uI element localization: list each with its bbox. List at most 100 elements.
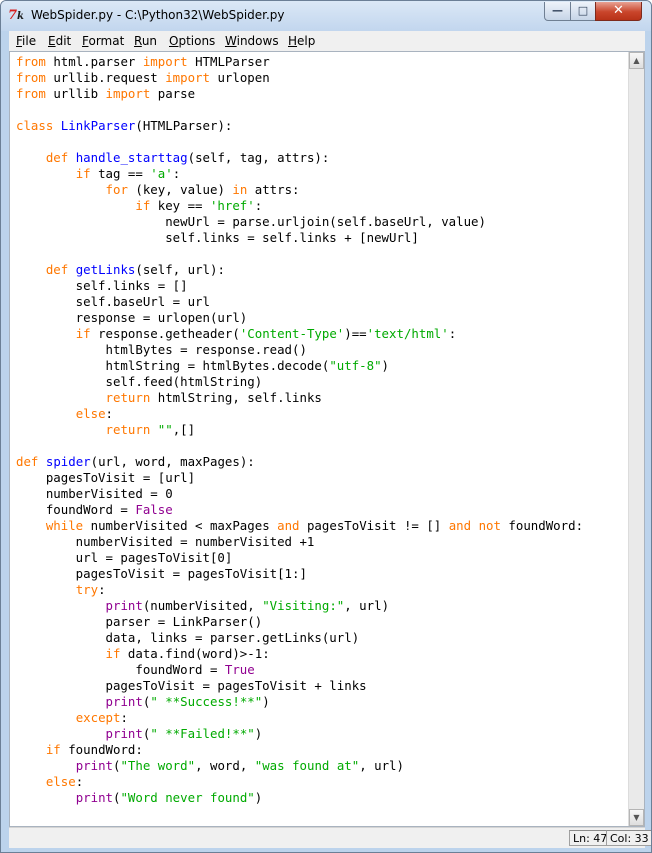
code-text: (HTMLParser):: [135, 118, 233, 133]
menu-options[interactable]: Options: [169, 33, 215, 49]
code-line: url = pagesToVisit[0]: [16, 550, 628, 566]
code-line: print(numberVisited, "Visiting:", url): [16, 598, 628, 614]
code-text: self.feed(htmlString): [16, 374, 263, 389]
code-line: from urllib import parse: [16, 86, 628, 102]
menu-file[interactable]: File: [16, 33, 36, 49]
code-line: if response.getheader('Content-Type')=='…: [16, 326, 628, 342]
code-text: (numberVisited,: [142, 598, 263, 613]
code-text: self.links = self.links + [newUrl]: [16, 230, 419, 245]
code-line: def getLinks(self, url):: [16, 262, 628, 278]
menu-help[interactable]: Help: [288, 33, 315, 49]
code-text: self.links = []: [16, 278, 188, 293]
menu-file-label: ile: [22, 34, 37, 48]
vertical-scrollbar[interactable]: ▲ ▼: [628, 52, 644, 826]
minimize-button[interactable]: —: [544, 2, 571, 21]
title-bar[interactable]: 7k WebSpider.py - C:\Python32\WebSpider.…: [1, 1, 651, 31]
code-token-kw: from: [16, 70, 46, 85]
code-text: pagesToVisit = [url]: [16, 470, 196, 485]
code-token-str: "The word": [120, 758, 196, 773]
code-token-bi: print: [75, 790, 113, 805]
scroll-up-arrow-icon[interactable]: ▲: [629, 52, 644, 69]
code-text: , url): [344, 598, 390, 613]
code-text: ): [262, 694, 270, 709]
code-token-def: spider: [45, 454, 91, 469]
code-token-bi: print: [105, 598, 143, 613]
code-text: urllib.request: [53, 70, 166, 85]
code-line: print("Word never found"): [16, 790, 628, 806]
code-token-kw: return: [105, 390, 151, 405]
code-text: data, links = parser.getLinks(url): [16, 630, 360, 645]
editor-area: from html.parser import HTMLParser from u…: [9, 51, 645, 827]
code-token-kw: if: [75, 166, 91, 181]
code-text: htmlString, self.links: [150, 390, 322, 405]
menu-edit[interactable]: Edit: [48, 33, 71, 49]
code-text: , word,: [195, 758, 255, 773]
close-button[interactable]: ✕: [595, 2, 642, 21]
code-text: url = pagesToVisit[0]: [16, 550, 233, 565]
maximize-button[interactable]: □: [570, 2, 596, 21]
code-token-bi: print: [105, 726, 143, 741]
code-line: self.feed(htmlString): [16, 374, 628, 390]
code-token-kw: def: [45, 150, 69, 165]
code-token-str: "Word never found": [120, 790, 255, 805]
menu-bar: File Edit Format Run Options Windows Hel…: [9, 31, 645, 52]
menu-windows-accel: W: [225, 34, 237, 48]
code-text: htmlString = htmlBytes.decode(: [16, 358, 330, 373]
code-token-str: "was found at": [254, 758, 360, 773]
code-token-kw: in: [232, 182, 248, 197]
code-token-bi: True: [224, 662, 255, 677]
menu-format[interactable]: Format: [82, 33, 124, 49]
code-token-str: 'Content-Type': [239, 326, 345, 341]
menu-help-accel: H: [288, 34, 298, 48]
code-text: urllib: [53, 86, 106, 101]
menu-run[interactable]: Run: [134, 33, 157, 49]
code-text: :: [75, 774, 84, 789]
code-text: foundWord =: [16, 662, 225, 677]
code-line: while numberVisited < maxPages and pages…: [16, 518, 628, 534]
code-text: HTMLParser: [195, 54, 270, 69]
code-line: foundWord = True: [16, 662, 628, 678]
code-line: htmlBytes = response.read(): [16, 342, 628, 358]
code-text: response.getheader(: [90, 326, 240, 341]
code-token-kw: if: [105, 646, 121, 661]
code-text: urlopen: [217, 70, 270, 85]
code-line: else:: [16, 774, 628, 790]
menu-windows[interactable]: Windows: [225, 33, 279, 49]
code-line: print(" **Success!**"): [16, 694, 628, 710]
code-token-str: 'href': [209, 198, 255, 213]
code-text: numberVisited = numberVisited +1: [16, 534, 315, 549]
code-text: tag ==: [90, 166, 151, 181]
code-token-kw: try: [75, 582, 99, 597]
code-text: foundWord:: [60, 742, 143, 757]
code-text-area[interactable]: from html.parser import HTMLParser from u…: [16, 54, 628, 824]
code-token-kw: else: [45, 774, 76, 789]
code-token-str: "": [157, 422, 173, 437]
code-token-kw: and: [277, 518, 300, 533]
status-line-number: Ln: 47: [569, 830, 612, 846]
code-line: def spider(url, word, maxPages):: [16, 454, 628, 470]
scroll-down-arrow-icon[interactable]: ▼: [629, 809, 644, 826]
code-token-kw: from: [16, 86, 46, 101]
code-text: self.baseUrl = url: [16, 294, 210, 309]
code-text: parser = LinkParser(): [16, 614, 263, 629]
code-text: pagesToVisit = pagesToVisit[1:]: [16, 566, 307, 581]
code-text: (key, value): [127, 182, 233, 197]
code-line: newUrl = parse.urljoin(self.baseUrl, val…: [16, 214, 628, 230]
code-text: data.find(word)>-1:: [120, 646, 270, 661]
